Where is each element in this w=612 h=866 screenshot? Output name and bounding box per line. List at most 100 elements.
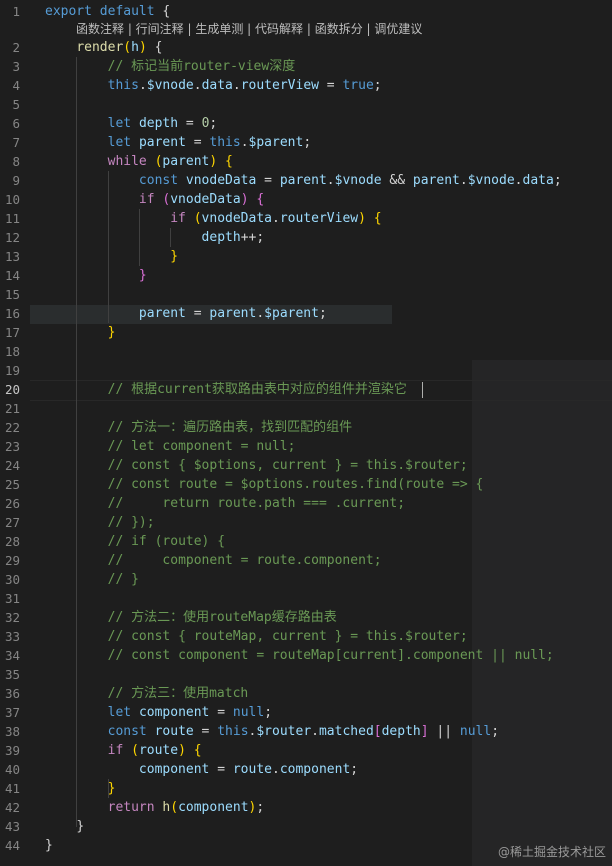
code-line[interactable]: 36 // 方法三：使用match <box>0 684 612 703</box>
code-token: ] <box>420 724 429 739</box>
code-token: // const component = routeMap[current].c… <box>107 648 554 663</box>
code-token: } <box>107 325 116 340</box>
code-line[interactable]: 34 // const component = routeMap[current… <box>0 646 612 665</box>
code-token: // const { routeMap, current } = this.$r… <box>107 629 468 644</box>
code-line[interactable]: 29 // component = route.component; <box>0 551 612 570</box>
code-text: if (vnodeData.routerView) { <box>45 209 381 228</box>
code-line[interactable]: 35 <box>0 665 612 684</box>
code-line[interactable]: 37 let component = null; <box>0 703 612 722</box>
code-line[interactable]: 17 } <box>0 323 612 342</box>
code-line[interactable]: 6 let depth = 0; <box>0 114 612 133</box>
code-line[interactable]: 22 // 方法一：遍历路由表，找到匹配的组件 <box>0 418 612 437</box>
code-token: = <box>318 78 343 93</box>
code-text: return h(component); <box>45 798 265 817</box>
code-line[interactable]: 10 if (vnodeData) { <box>0 190 612 209</box>
code-line[interactable]: 7 let parent = this.$parent; <box>0 133 612 152</box>
code-line[interactable]: 15 <box>0 285 612 304</box>
code-token: vnodeData <box>201 211 272 226</box>
code-token: $vnode <box>146 78 194 93</box>
code-token: ) <box>358 211 366 226</box>
code-token: // if (route) { <box>107 534 226 549</box>
code-line[interactable]: 25 // const route = $options.routes.find… <box>0 475 612 494</box>
code-line[interactable]: 8 while (parent) { <box>0 152 612 171</box>
code-line[interactable]: 12 depth++; <box>0 228 612 247</box>
code-token: { <box>225 154 233 169</box>
code-line[interactable]: 16 parent = parent.$parent; <box>0 304 612 323</box>
code-token: ( <box>193 211 202 226</box>
code-token: return <box>107 800 155 815</box>
code-line[interactable]: 23 // let component = null; <box>0 437 612 456</box>
code-text: if (route) { <box>45 741 202 760</box>
line-number: 4 <box>12 78 20 93</box>
code-line[interactable]: 31 <box>0 589 612 608</box>
code-token: routerView <box>279 211 359 226</box>
code-line[interactable]: 2 render(h) { <box>0 38 612 57</box>
code-line[interactable]: 40 component = route.component; <box>0 760 612 779</box>
code-line[interactable]: 42 return h(component); <box>0 798 612 817</box>
code-line[interactable]: 30 // } <box>0 570 612 589</box>
line-number: 14 <box>4 268 20 283</box>
line-number: 25 <box>4 477 20 492</box>
line-number: 16 <box>4 306 20 321</box>
code-token: ; <box>256 800 265 815</box>
code-token: ) <box>240 192 249 207</box>
code-token: this <box>209 135 241 150</box>
code-text: depth++; <box>45 228 265 247</box>
line-number: 6 <box>12 116 20 131</box>
code-line[interactable]: 11 if (vnodeData.routerView) { <box>0 209 612 228</box>
line-number: 39 <box>4 743 20 758</box>
code-line[interactable]: 13 } <box>0 247 612 266</box>
code-text: } <box>45 247 178 266</box>
code-line[interactable]: 32 // 方法二：使用routeMap缓存路由表 <box>0 608 612 627</box>
code-line[interactable]: 27 // }); <box>0 513 612 532</box>
code-token: while <box>107 154 147 169</box>
line-number: 32 <box>4 610 20 625</box>
code-token: depth <box>381 724 421 739</box>
code-token: // 根据current获取路由表中对应的组件并渲染它 <box>107 382 407 397</box>
code-line[interactable]: 19 <box>0 361 612 380</box>
code-token: matched <box>318 724 374 739</box>
code-token: = <box>209 705 233 720</box>
code-line[interactable]: 24 // const { $options, current } = this… <box>0 456 612 475</box>
code-line[interactable]: 38 const route = this.$router.matched[de… <box>0 722 612 741</box>
code-editor[interactable]: 函数注释 | 行间注释 | 生成单测 | 代码解释 | 函数拆分 | 调优建议 … <box>0 0 612 866</box>
code-line[interactable]: 9 const vnodeData = parent.$vnode && par… <box>0 171 612 190</box>
code-line[interactable]: 43 } <box>0 817 612 836</box>
code-text: // const component = routeMap[current].c… <box>45 646 554 665</box>
code-line[interactable]: 3 // 标记当前router-view深度 <box>0 57 612 76</box>
code-line[interactable]: 18 <box>0 342 612 361</box>
code-line[interactable]: 4 this.$vnode.data.routerView = true; <box>0 76 612 95</box>
code-line[interactable]: 28 // if (route) { <box>0 532 612 551</box>
code-line[interactable]: 26 // return route.path === .current; <box>0 494 612 513</box>
code-line[interactable]: 33 // const { routeMap, current } = this… <box>0 627 612 646</box>
code-line[interactable]: 14 } <box>0 266 612 285</box>
code-line[interactable]: 41 } <box>0 779 612 798</box>
line-number: 38 <box>4 724 20 739</box>
watermark: @稀土掘金技术社区 <box>497 845 606 859</box>
line-number: 3 <box>12 59 20 74</box>
codelens-actions[interactable]: 函数注释 | 行间注释 | 生成单测 | 代码解释 | 函数拆分 | 调优建议 <box>76 20 422 38</box>
code-token: = <box>185 135 210 150</box>
code-token: data <box>201 78 233 93</box>
code-line[interactable]: 5 <box>0 95 612 114</box>
code-token: } <box>45 838 53 853</box>
code-token: parent <box>138 135 186 150</box>
code-token: null <box>459 724 492 739</box>
code-token: // 方法一：遍历路由表，找到匹配的组件 <box>107 420 353 435</box>
code-line[interactable]: 20 // 根据current获取路由表中对应的组件并渲染它 <box>0 380 612 399</box>
line-number: 5 <box>12 97 20 112</box>
code-token: routerView <box>240 78 319 93</box>
code-token: = <box>178 116 202 131</box>
code-line[interactable]: 39 if (route) { <box>0 741 612 760</box>
code-token: if <box>170 211 186 226</box>
code-line[interactable]: 1 export default { <box>0 2 612 21</box>
code-line[interactable]: 21 <box>0 399 612 418</box>
